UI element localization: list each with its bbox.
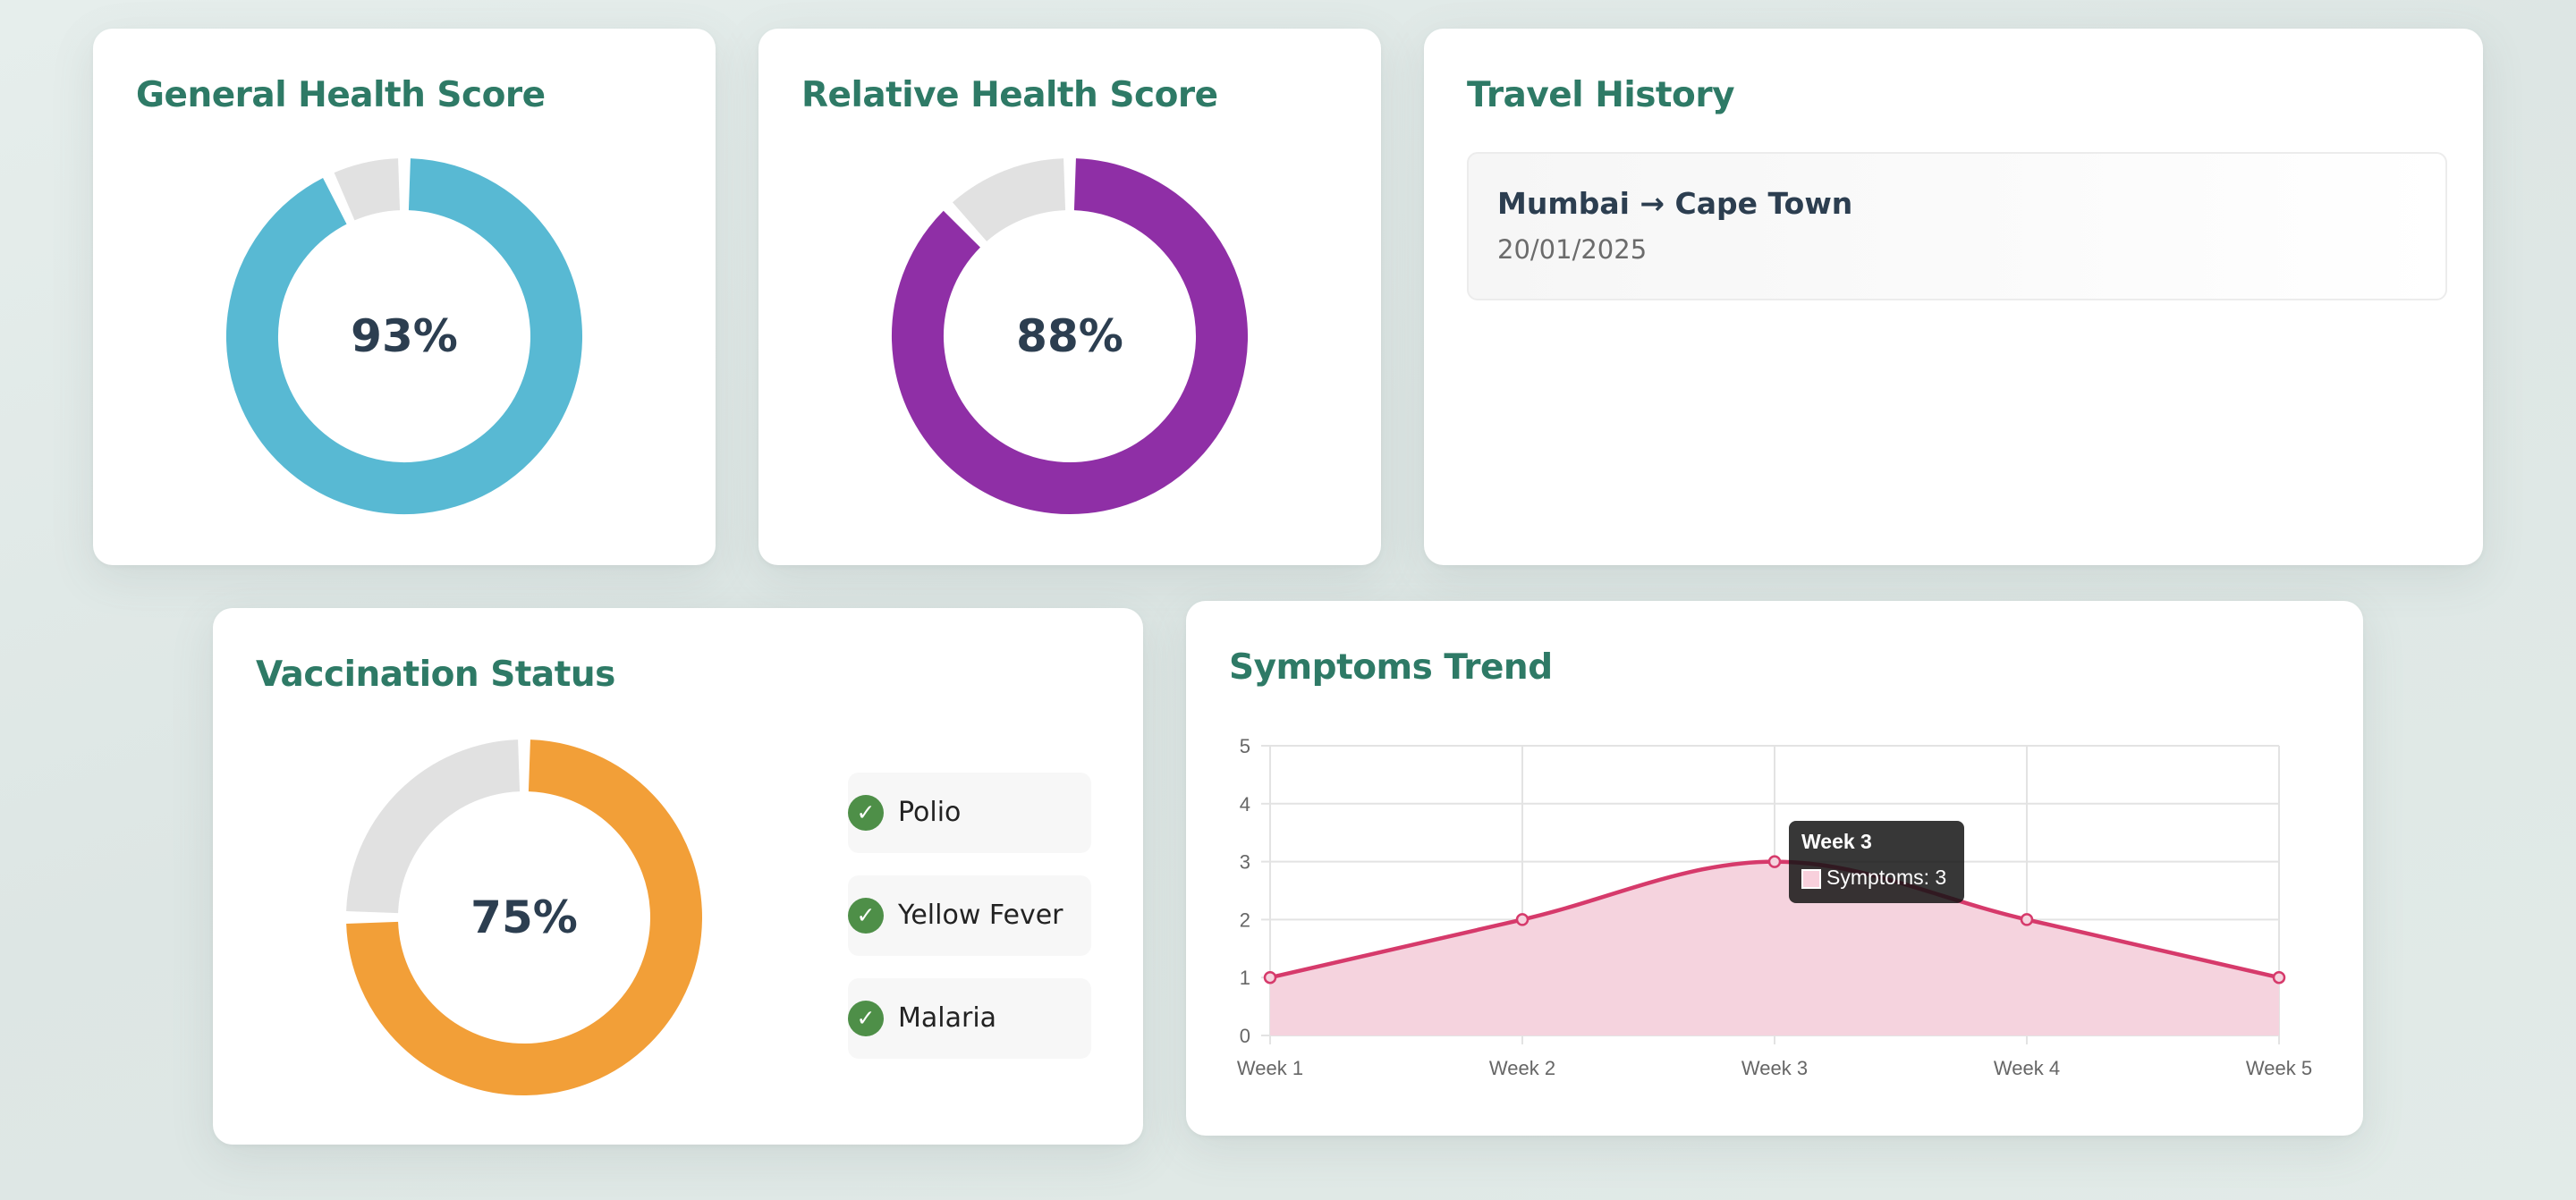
chart-tooltip: Week 3 Symptoms: 3 bbox=[1789, 821, 1964, 903]
checkmark-icon: ✓ bbox=[848, 795, 884, 831]
x-tick-label: Week 2 bbox=[1489, 1057, 1555, 1079]
general-health-value: 93% bbox=[351, 310, 458, 362]
vaccination-title: Vaccination Status bbox=[256, 655, 615, 695]
y-tick-label: 2 bbox=[1240, 908, 1250, 931]
vaccination-donut: 75% bbox=[345, 739, 703, 1096]
data-point-week-2[interactable] bbox=[1515, 913, 1530, 926]
general-health-title: General Health Score bbox=[136, 75, 546, 115]
y-tick-label: 0 bbox=[1240, 1025, 1250, 1047]
x-tick-label: Week 3 bbox=[1741, 1057, 1808, 1079]
relative-health-title: Relative Health Score bbox=[801, 75, 1218, 115]
vaccination-value: 75% bbox=[470, 892, 578, 943]
vaccine-item-yellow-fever: ✓ Yellow Fever bbox=[848, 875, 1091, 956]
tooltip-title: Week 3 bbox=[1801, 830, 1872, 853]
tooltip-body: Symptoms: 3 bbox=[1826, 866, 1947, 889]
relative-health-donut: 88% bbox=[891, 157, 1249, 515]
vaccine-name: Yellow Fever bbox=[898, 900, 1063, 931]
checkmark-icon: ✓ bbox=[848, 1001, 884, 1036]
vaccine-name: Polio bbox=[898, 797, 962, 828]
x-tick-label: Week 4 bbox=[1994, 1057, 2060, 1079]
vaccine-name: Malaria bbox=[898, 1002, 997, 1034]
relative-health-card: Relative Health Score 88% bbox=[758, 29, 1381, 565]
y-tick-label: 5 bbox=[1240, 735, 1250, 757]
y-tick-label: 3 bbox=[1240, 851, 1250, 874]
vaccine-item-malaria: ✓ Malaria bbox=[848, 978, 1091, 1059]
data-point-week-5[interactable] bbox=[2272, 970, 2286, 985]
symptoms-line-chart[interactable]: 0 1 2 3 4 5 Week 1 Week 2 Week 3 Week 4 Week 5 bbox=[1186, 601, 2363, 1136]
symptoms-area-fill bbox=[1270, 861, 2279, 1035]
travel-item[interactable]: Mumbai → Cape Town 20/01/2025 bbox=[1467, 152, 2447, 300]
travel-date: 20/01/2025 bbox=[1497, 234, 1648, 265]
vaccination-card: Vaccination Status 75% ✓ Polio ✓ Yellow … bbox=[213, 608, 1143, 1145]
data-point-week-1[interactable] bbox=[1263, 970, 1277, 985]
checkmark-icon: ✓ bbox=[848, 898, 884, 934]
y-tick-label: 4 bbox=[1240, 793, 1250, 815]
symptoms-card: Symptoms Trend 0 1 2 3 4 5 Week 1 Week 2 Week 3W… bbox=[1186, 601, 2363, 1136]
tooltip-swatch bbox=[1801, 869, 1821, 889]
x-tick-label: Week 5 bbox=[2246, 1057, 2312, 1079]
data-point-week-3[interactable] bbox=[1767, 855, 1782, 868]
data-point-week-4[interactable] bbox=[2020, 913, 2034, 926]
vaccine-item-polio: ✓ Polio bbox=[848, 773, 1091, 853]
travel-history-card: Travel History Mumbai → Cape Town 20/01/… bbox=[1424, 29, 2483, 565]
general-health-donut: 93% bbox=[225, 157, 583, 515]
x-tick-label: Week 1 bbox=[1237, 1057, 1303, 1079]
relative-health-value: 88% bbox=[1016, 310, 1123, 362]
general-health-card: General Health Score 93% bbox=[93, 29, 716, 565]
travel-route: Mumbai → Cape Town bbox=[1497, 186, 1853, 221]
travel-history-title: Travel History bbox=[1467, 75, 1735, 115]
y-tick-label: 1 bbox=[1240, 967, 1250, 989]
